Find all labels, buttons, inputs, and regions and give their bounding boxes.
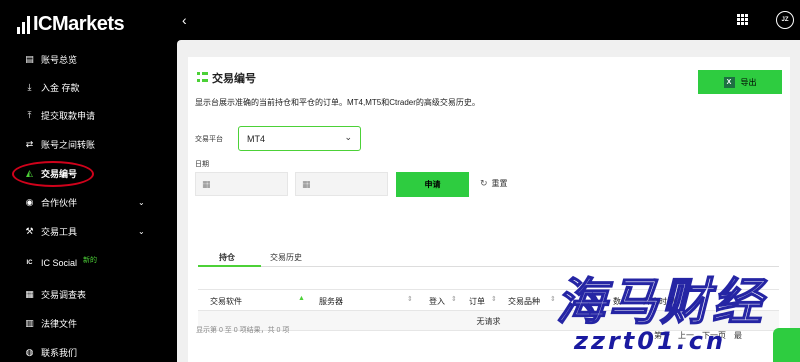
survey-icon: ▦ [25,288,34,299]
sidebar-item-account-overview[interactable]: ▤ 账号总览 [0,47,162,71]
platform-label: 交易平台 [195,136,223,143]
sidebar-item-label: IC Social [41,258,78,268]
contact-icon: ◍ [25,346,34,357]
sidebar-item-contact[interactable]: ◍ 联系我们 [0,340,162,362]
legal-icon: ▥ [25,317,34,328]
platform-select[interactable]: MT4 ⌄ [238,126,361,151]
chevron-left-icon[interactable]: ‹ [182,12,187,28]
calendar-icon: ▦ [202,179,211,189]
sidebar-item-label: 账号之间转账 [41,139,96,150]
sidebar-item-legal[interactable]: ▥ 法律文件 [0,311,162,335]
table-info: 显示第 0 至 0 项结果，共 0 项 [196,327,290,334]
deposit-icon: ⤓ [27,81,32,92]
apply-button[interactable]: 申请 [396,172,469,197]
sidebar-item-ic-social[interactable]: IC IC Social 新的 [0,251,162,275]
sort-icon[interactable]: ⇕ [550,295,556,303]
chevron-down-icon: ⌄ [344,132,352,142]
sidebar-item-trading-tools[interactable]: ⚒ 交易工具 ⌄ [0,219,162,243]
sidebar-item-withdraw[interactable]: ⤒ 提交取款申请 [0,103,162,127]
sidebar-item-label: 法律文件 [41,318,78,329]
chevron-down-icon: ⌄ [138,226,145,236]
sidebar: ICMarkets ▤ 账号总览 ⤓ 入金 存款 ⤒ 提交取款申请 ⇄ 账号之间… [0,0,162,362]
export-button[interactable]: X 导出 [698,70,782,94]
sidebar-item-transfer[interactable]: ⇄ 账号之间转账 [0,132,162,156]
apps-grid-icon[interactable] [737,14,748,25]
sidebar-item-survey[interactable]: ▦ 交易调查表 [0,282,162,306]
logo-text-markets: Markets [52,13,125,35]
column-header-symbol[interactable]: 交易品种 [508,296,540,307]
tab-positions[interactable]: 持仓 [219,252,235,263]
tools-icon: ⚒ [25,225,34,236]
new-badge: 新的 [83,257,97,264]
sort-asc-icon[interactable]: ▲ [298,295,305,302]
page-description: 显示台展示准确的当前持仓和平仓的订单。MT4,MT5和Ctrader的高级交易历… [195,98,480,107]
active-tab-indicator [198,265,261,267]
sidebar-item-label: 提交取款申请 [41,110,96,121]
sidebar-item-partners[interactable]: ◉ 合作伙伴 ⌄ [0,190,162,214]
sort-icon[interactable]: ⇕ [407,295,413,303]
sidebar-item-deposit[interactable]: ⤓ 入金 存款 [0,75,162,99]
sort-icon[interactable]: ⇕ [451,295,457,303]
list-icon [197,72,208,83]
withdraw-icon: ⤒ [27,109,32,120]
sidebar-item-label: 交易调查表 [41,289,87,300]
report-icon: ▤ [25,53,34,64]
sort-icon[interactable]: ⇕ [491,295,497,303]
logo-text-ic: IC [33,13,53,35]
column-header-login[interactable]: 登入 [429,296,445,307]
start-date-input[interactable]: ▦ [195,172,288,196]
excel-icon: X [723,76,735,88]
partner-icon: ◉ [25,196,34,207]
ic-social-icon: IC [26,260,33,266]
sidebar-item-label: 联系我们 [41,347,78,358]
sidebar-item-label: 入金 存款 [41,82,80,93]
chevron-down-icon: ⌄ [138,197,145,207]
top-bar: ‹ JZ [162,0,800,40]
reset-button[interactable]: ↻ 重置 [480,178,508,189]
refresh-icon: ↻ [480,178,488,188]
sidebar-item-label: 账号总览 [41,54,78,65]
chat-button[interactable] [773,328,800,362]
red-annotation-ellipse [12,161,94,187]
sidebar-item-label: 合作伙伴 [41,197,78,208]
calendar-icon: ▦ [302,179,311,189]
column-header-server[interactable]: 服务器 [319,296,343,307]
end-date-input[interactable]: ▦ [295,172,388,196]
date-label: 日期 [195,161,209,168]
reset-label: 重置 [491,179,508,188]
tab-trade-history[interactable]: 交易历史 [270,252,302,263]
watermark-url: zzrt01.cn [574,327,727,355]
column-header-software[interactable]: 交易软件 [210,296,242,307]
page-title: 交易编号 [212,73,256,85]
logo-bars-icon [17,16,30,34]
avatar[interactable]: JZ [776,11,794,29]
ic-markets-logo[interactable]: ICMarkets [17,10,125,35]
transfer-icon: ⇄ [25,138,34,149]
export-label: 导出 [740,77,757,87]
platform-value: MT4 [247,133,265,144]
watermark-title: 海马财经 [555,271,764,332]
sidebar-item-label: 交易工具 [41,226,78,237]
column-header-order[interactable]: 订单 [469,296,485,307]
